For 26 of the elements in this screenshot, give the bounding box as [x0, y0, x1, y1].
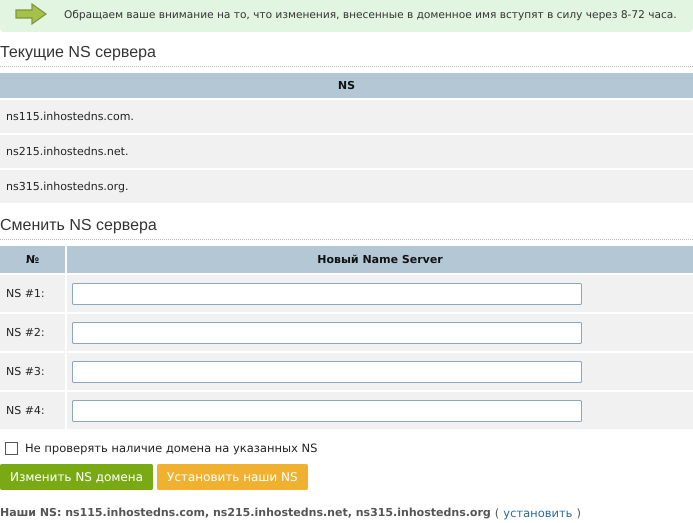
input-field[interactable]	[72, 322, 582, 344]
checkbox[interactable]	[5, 442, 18, 454]
notice-text: Обращаем ваше внимание на то, что изменения, внесенные в доменное имя вступят в силу через 8-72 часа.	[64, 9, 677, 21]
row-label: NS #4:	[0, 392, 65, 429]
table-cell: ns215.inhostedns.net.	[0, 135, 693, 168]
arrow-icon	[14, 3, 48, 27]
bracket-text: (	[494, 506, 500, 520]
input-field[interactable]	[72, 360, 582, 382]
install-link[interactable]: установить	[503, 506, 572, 520]
footer-text: Наши NS: ns115.inhostedns.com, ns215.inhostedns.net, ns315.inhostedns.org	[0, 506, 491, 520]
column-header: Новый Name Server	[67, 246, 693, 273]
table-cell: ns115.inhostedns.com.	[0, 100, 693, 133]
input-field[interactable]	[72, 400, 582, 422]
checkbox-label: Не проверять наличие домена на указанных NS	[25, 441, 318, 455]
section-heading: Сменить NS сервера	[0, 217, 693, 240]
action-button[interactable]: Установить наши NS	[157, 464, 308, 490]
column-header: №	[0, 246, 65, 273]
row-label: NS #1:	[0, 275, 65, 312]
row-label: NS #2:	[0, 314, 65, 351]
action-button[interactable]: Изменить NS домена	[0, 464, 153, 490]
section-heading: Текущие NS сервера	[0, 44, 693, 67]
row-label: NS #3:	[0, 353, 65, 390]
bracket-text: )	[576, 506, 581, 520]
input-field[interactable]	[72, 282, 582, 304]
column-header: NS	[0, 73, 693, 98]
table-cell: ns315.inhostedns.org.	[0, 170, 693, 203]
